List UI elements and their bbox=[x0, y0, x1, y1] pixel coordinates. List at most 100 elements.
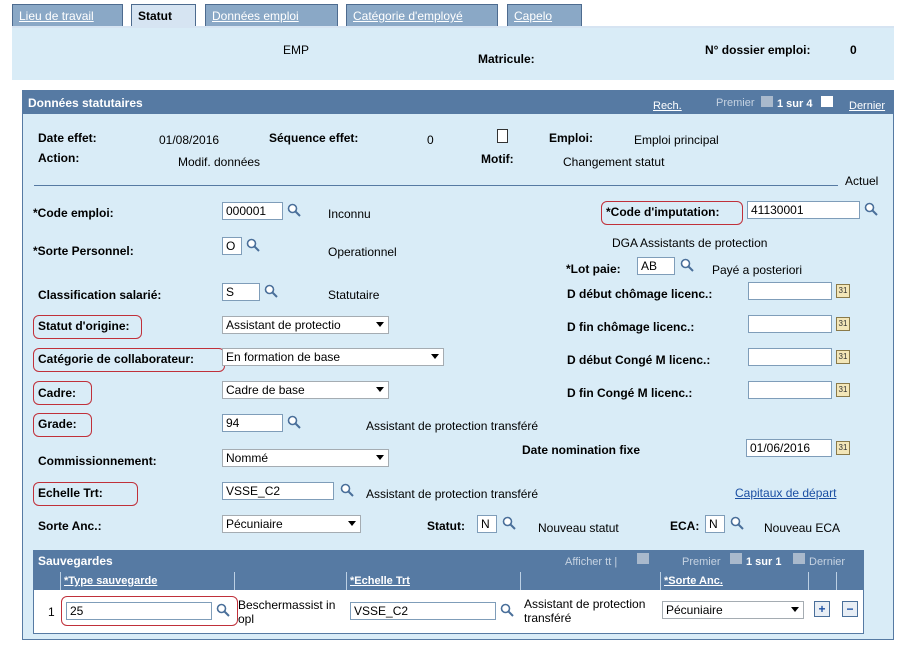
delete-row-icon[interactable]: − bbox=[842, 601, 858, 617]
col-sep bbox=[836, 572, 837, 590]
nav-first-icon[interactable] bbox=[761, 96, 773, 107]
categorie-label: Catégorie de collaborateur: bbox=[38, 352, 195, 366]
grid-header-row bbox=[34, 572, 863, 590]
grade-desc: Assistant de protection transféré bbox=[366, 419, 539, 433]
calendar-icon[interactable]: 31 bbox=[836, 383, 850, 397]
matricule-label: Matricule: bbox=[478, 52, 535, 66]
sorte-anc-label: Sorte Anc.: bbox=[38, 519, 102, 533]
lot-paie-input[interactable]: AB bbox=[637, 257, 675, 275]
col-type-sauvegarde[interactable]: *Type sauvegarde bbox=[64, 572, 157, 590]
search-icon[interactable] bbox=[264, 284, 278, 298]
date-effet-label: Date effet: bbox=[38, 131, 97, 145]
row-number: 1 bbox=[48, 605, 55, 619]
fin-chomage-label: D fin chômage licenc.: bbox=[567, 320, 695, 334]
calendar-icon[interactable]: 31 bbox=[836, 284, 850, 298]
eca-input[interactable]: N bbox=[705, 515, 725, 533]
nav-first-icon[interactable] bbox=[730, 553, 742, 564]
date-nomination-input[interactable]: 01/06/2016 bbox=[746, 439, 832, 457]
sequence-effet-value: 0 bbox=[427, 133, 434, 147]
code-emploi-desc: Inconnu bbox=[328, 207, 371, 221]
commission-label: Commissionnement: bbox=[38, 454, 157, 468]
grid-range: 1 sur 1 bbox=[746, 556, 782, 568]
calendar-icon[interactable]: 31 bbox=[836, 317, 850, 331]
classification-input[interactable]: S bbox=[222, 283, 260, 301]
row-echelle-input[interactable]: VSSE_C2 bbox=[350, 602, 496, 620]
fin-conge-label: D fin Congé M licenc.: bbox=[567, 386, 693, 400]
col-sep bbox=[346, 572, 347, 590]
search-icon[interactable] bbox=[730, 516, 744, 530]
grade-input[interactable]: 94 bbox=[222, 414, 283, 432]
sorte-personnel-label: *Sorte Personnel: bbox=[33, 244, 134, 258]
search-icon[interactable] bbox=[680, 258, 694, 272]
add-row-icon[interactable]: + bbox=[814, 601, 830, 617]
search-icon[interactable] bbox=[864, 202, 878, 216]
dossier-emploi-label: N° dossier emploi: bbox=[705, 43, 811, 57]
sorte-personnel-input[interactable]: O bbox=[222, 237, 242, 255]
row-echelle-desc: Assistant de protection transféré bbox=[524, 597, 646, 625]
sequence-effet-label: Séquence effet: bbox=[269, 131, 359, 145]
search-icon[interactable] bbox=[246, 238, 260, 252]
search-link[interactable]: Rech. bbox=[653, 100, 682, 112]
cadre-label: Cadre: bbox=[38, 386, 77, 400]
col-echelle-trt[interactable]: *Echelle Trt bbox=[350, 572, 410, 590]
fin-conge-input[interactable] bbox=[748, 381, 832, 399]
nav-last-icon[interactable] bbox=[793, 553, 805, 564]
search-icon[interactable] bbox=[502, 516, 516, 530]
grade-label: Grade: bbox=[38, 417, 77, 431]
fin-chomage-input[interactable] bbox=[748, 315, 832, 333]
tab-lieu-de-travail[interactable]: Lieu de travail bbox=[12, 4, 123, 26]
sorte-personnel-desc: Operationnel bbox=[328, 245, 397, 259]
last-link[interactable]: Dernier bbox=[849, 100, 885, 112]
debut-chomage-label: D début chômage licenc.: bbox=[567, 287, 713, 301]
date-effet-value: 01/08/2016 bbox=[159, 133, 220, 147]
echelle-input[interactable]: VSSE_C2 bbox=[222, 482, 334, 500]
emploi-label: Emploi: bbox=[549, 131, 593, 145]
view-all-text[interactable]: Afficher tt | bbox=[565, 556, 617, 568]
dossier-emploi-value: 0 bbox=[850, 43, 857, 57]
code-imputation-input[interactable]: 41130001 bbox=[747, 201, 860, 219]
code-emploi-input[interactable]: 000001 bbox=[222, 202, 283, 220]
type-sauvegarde-input[interactable]: 25 bbox=[66, 602, 212, 620]
date-nomination-label: Date nomination fixe bbox=[522, 443, 641, 457]
grid-first-text: Premier bbox=[682, 556, 721, 568]
col-sorte-anc[interactable]: *Sorte Anc. bbox=[664, 572, 723, 590]
motif-value: Changement statut bbox=[563, 155, 665, 169]
calendar-icon[interactable]: 31 bbox=[836, 441, 850, 455]
tab-statut[interactable]: Statut bbox=[131, 4, 196, 26]
search-icon[interactable] bbox=[287, 415, 301, 429]
cadre-select[interactable]: Cadre de base bbox=[222, 381, 389, 399]
echelle-desc: Assistant de protection transféré bbox=[366, 487, 539, 501]
col-sep bbox=[520, 572, 521, 590]
statut-origine-select[interactable]: Assistant de protectio bbox=[222, 316, 389, 334]
code-emploi-label: *Code emploi: bbox=[33, 206, 114, 220]
view-all-icon[interactable] bbox=[637, 553, 649, 564]
debut-conge-input[interactable] bbox=[748, 348, 832, 366]
col-sep bbox=[808, 572, 809, 590]
row-sorte-select[interactable]: Pécuniaire bbox=[662, 601, 804, 619]
divider-line bbox=[34, 185, 838, 186]
capitaux-link[interactable]: Capitaux de départ bbox=[735, 486, 836, 500]
tab-categorie-employe[interactable]: Catégorie d'employé bbox=[346, 4, 498, 26]
calendar-icon[interactable]: 31 bbox=[836, 350, 850, 364]
action-value: Modif. données bbox=[178, 155, 261, 169]
col-sep bbox=[660, 572, 661, 590]
search-icon[interactable] bbox=[216, 603, 230, 617]
search-icon[interactable] bbox=[287, 203, 301, 217]
type-sauvegarde-desc: Beschermassist in opl bbox=[238, 598, 336, 626]
debut-chomage-input[interactable] bbox=[748, 282, 832, 300]
statut-input[interactable]: N bbox=[477, 515, 497, 533]
grid-last-text: Dernier bbox=[809, 556, 846, 568]
notepad-icon[interactable] bbox=[497, 129, 508, 143]
lot-paie-label: *Lot paie: bbox=[566, 262, 621, 276]
nav-last-icon[interactable] bbox=[821, 96, 833, 107]
sorte-anc-select[interactable]: Pécuniaire bbox=[222, 515, 361, 533]
search-icon[interactable] bbox=[340, 483, 354, 497]
actuel-label: Actuel bbox=[845, 174, 879, 188]
search-icon[interactable] bbox=[500, 603, 514, 617]
categorie-select[interactable]: En formation de base bbox=[222, 348, 444, 366]
col-sep bbox=[60, 572, 61, 590]
emploi-value: Emploi principal bbox=[634, 133, 719, 147]
tab-donnees-emploi[interactable]: Données emploi bbox=[205, 4, 338, 26]
tab-capelo[interactable]: Capelo bbox=[507, 4, 582, 26]
commission-select[interactable]: Nommé bbox=[222, 449, 389, 467]
